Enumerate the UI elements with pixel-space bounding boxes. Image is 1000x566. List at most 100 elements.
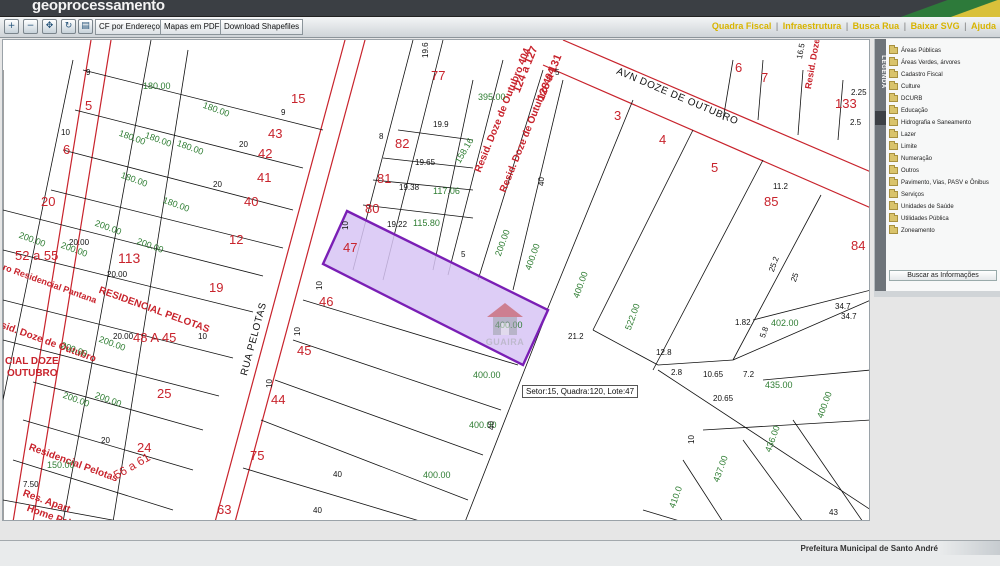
lot-dimension-label: 43	[829, 508, 838, 517]
legend-tab[interactable]: LEGENDA	[875, 39, 886, 297]
lot-dimension-label: 5	[555, 68, 560, 77]
lot-number: 44	[271, 392, 286, 407]
legend-item[interactable]: Culture	[889, 81, 999, 94]
folder-icon	[889, 93, 898, 102]
legend-item[interactable]: Zoneamento	[889, 225, 999, 238]
lot-dimension-label: 34.7	[835, 302, 851, 311]
legend-item[interactable]: Áreas Verdes, árvores	[889, 57, 999, 70]
menu-separator: |	[775, 21, 779, 31]
menu-infraestrutura[interactable]: Infraestrutura	[783, 21, 842, 31]
menu-baixar-svg[interactable]: Baixar SVG	[911, 21, 960, 31]
legend-item-label: Numeração	[901, 156, 933, 162]
folder-icon	[889, 81, 898, 90]
lot-dimension-label: 40	[333, 470, 342, 479]
legend-item[interactable]: Unidades de Saúde	[889, 201, 999, 214]
download-shapefiles-button[interactable]: Download Shapefiles	[220, 19, 304, 35]
lot-number: 80	[365, 201, 380, 216]
legend-item-label: Áreas Públicas	[901, 48, 942, 54]
lot-number: 20	[41, 194, 56, 209]
menu-separator: |	[845, 21, 849, 31]
mapas-em-pdf-button[interactable]: Mapas em PDF	[160, 19, 224, 35]
lot-number: 77	[431, 68, 446, 83]
legend-item[interactable]: Educação	[889, 105, 999, 118]
legend-item-label: Cadastro Fiscal	[901, 72, 943, 78]
folder-icon	[889, 213, 898, 222]
lot-dimension-label: 20.00	[69, 238, 90, 247]
cf-por-endereco-button[interactable]: CF por Endereço	[95, 19, 164, 35]
legend-item-label: Limite	[901, 144, 918, 150]
lot-number: 63	[217, 502, 232, 517]
lot-dimension-label: 19.38	[399, 183, 420, 192]
lot-dimension-label: 10	[61, 128, 70, 137]
legend-item[interactable]: Lazer	[889, 129, 999, 142]
legend-item[interactable]: DCURB	[889, 93, 999, 106]
lot-dimension-label: 20	[101, 436, 110, 445]
menu-quadra-fiscal[interactable]: Quadra Fiscal	[712, 21, 772, 31]
legend-item[interactable]: Limite	[889, 141, 999, 154]
guaira-watermark: GUAIRA	[483, 301, 527, 351]
refresh-icon[interactable]: ↻	[61, 19, 76, 34]
legend-item[interactable]: Numeração	[889, 153, 999, 166]
lot-dimension-label: 20.00	[113, 332, 134, 341]
menu-busca-rua[interactable]: Busca Rua	[853, 21, 900, 31]
lot-area-label: 435.00	[765, 380, 793, 390]
lot-number: 6	[63, 142, 71, 157]
footer-credit: Prefeitura Municipal de Santo André	[800, 544, 938, 553]
legend-item[interactable]: Áreas Públicas	[889, 45, 999, 58]
lot-number: 42	[258, 146, 273, 161]
lot-dimension-label: 19.9	[433, 120, 449, 129]
legend-item-label: Serviços	[901, 192, 925, 198]
print-icon[interactable]: ▤	[78, 19, 93, 34]
lot-dimension-label: 2.5	[850, 118, 862, 127]
menu-separator: |	[903, 21, 907, 31]
legend-tab-label: LEGENDA	[879, 55, 886, 89]
lot-area-label: 180.00	[143, 81, 171, 91]
lot-number: 5	[85, 98, 93, 113]
lot-number: 45	[297, 343, 312, 358]
zoom-out-icon[interactable]: −	[23, 19, 38, 34]
folder-icon	[889, 117, 898, 126]
folder-icon	[889, 225, 898, 234]
brand-title: geoprocessamento	[32, 0, 165, 14]
legend-item[interactable]: Cadastro Fiscal	[889, 69, 999, 82]
lot-number: 12	[229, 232, 244, 247]
lot-number: 75	[250, 448, 265, 463]
legend-collapse-handle[interactable]	[875, 111, 886, 125]
lot-number: 25	[157, 386, 172, 401]
lot-number: 7	[761, 70, 769, 85]
menu-ajuda[interactable]: Ajuda	[971, 21, 996, 31]
legend-scrollbar[interactable]	[874, 291, 1000, 297]
legend-item-label: Lazer	[901, 132, 917, 138]
pan-icon[interactable]: ✥	[42, 19, 57, 34]
legend-item[interactable]: Serviços	[889, 189, 999, 202]
lot-number: 46	[319, 294, 334, 309]
lot-dimension-label: 10	[198, 332, 207, 341]
folder-icon	[889, 165, 898, 174]
lot-area-label: 402.00	[771, 318, 799, 328]
building-name-label: OUTUBRO	[7, 368, 58, 379]
legend-item-label: Culture	[901, 84, 921, 90]
lot-dimension-label: 1.82	[735, 318, 751, 327]
lot-dimension-label: 20	[213, 180, 222, 189]
legend-item[interactable]: Pavimento, Vias, PASV e Ônibus	[889, 177, 999, 190]
lot-area-label: 400.00	[473, 370, 501, 380]
map-viewport[interactable]: 5 15 43 6 42 41 20 40 12 52 a 55 113 19 48 A 45 25 24 5…	[2, 39, 870, 521]
buscar-informacoes-button[interactable]: Buscar as Informações	[889, 270, 997, 281]
legend-item[interactable]: Utilidades Pública	[889, 213, 999, 226]
zoom-in-icon[interactable]: +	[4, 19, 19, 34]
lot-dimension-label: 2.8	[671, 368, 683, 377]
legend-item[interactable]: Outros	[889, 165, 999, 178]
cadastral-map[interactable]	[3, 40, 870, 521]
lot-number: 5	[711, 160, 719, 175]
lot-number: 43	[268, 126, 283, 141]
lot-dimension-label: 11.2	[773, 182, 788, 191]
lot-number: 6	[735, 60, 743, 75]
legend-item[interactable]: Hidrografia e Saneamento	[889, 117, 999, 130]
legend-item-label: Zoneamento	[901, 228, 935, 234]
lot-dimension-label: 19.22	[387, 220, 408, 229]
building-name-label: CIAL DOZE	[5, 356, 59, 367]
lot-dimension-label: 7.2	[743, 370, 755, 379]
watermark-house-icon	[487, 303, 523, 335]
lot-area-label: 117.06	[433, 186, 460, 196]
folder-icon	[889, 141, 898, 150]
